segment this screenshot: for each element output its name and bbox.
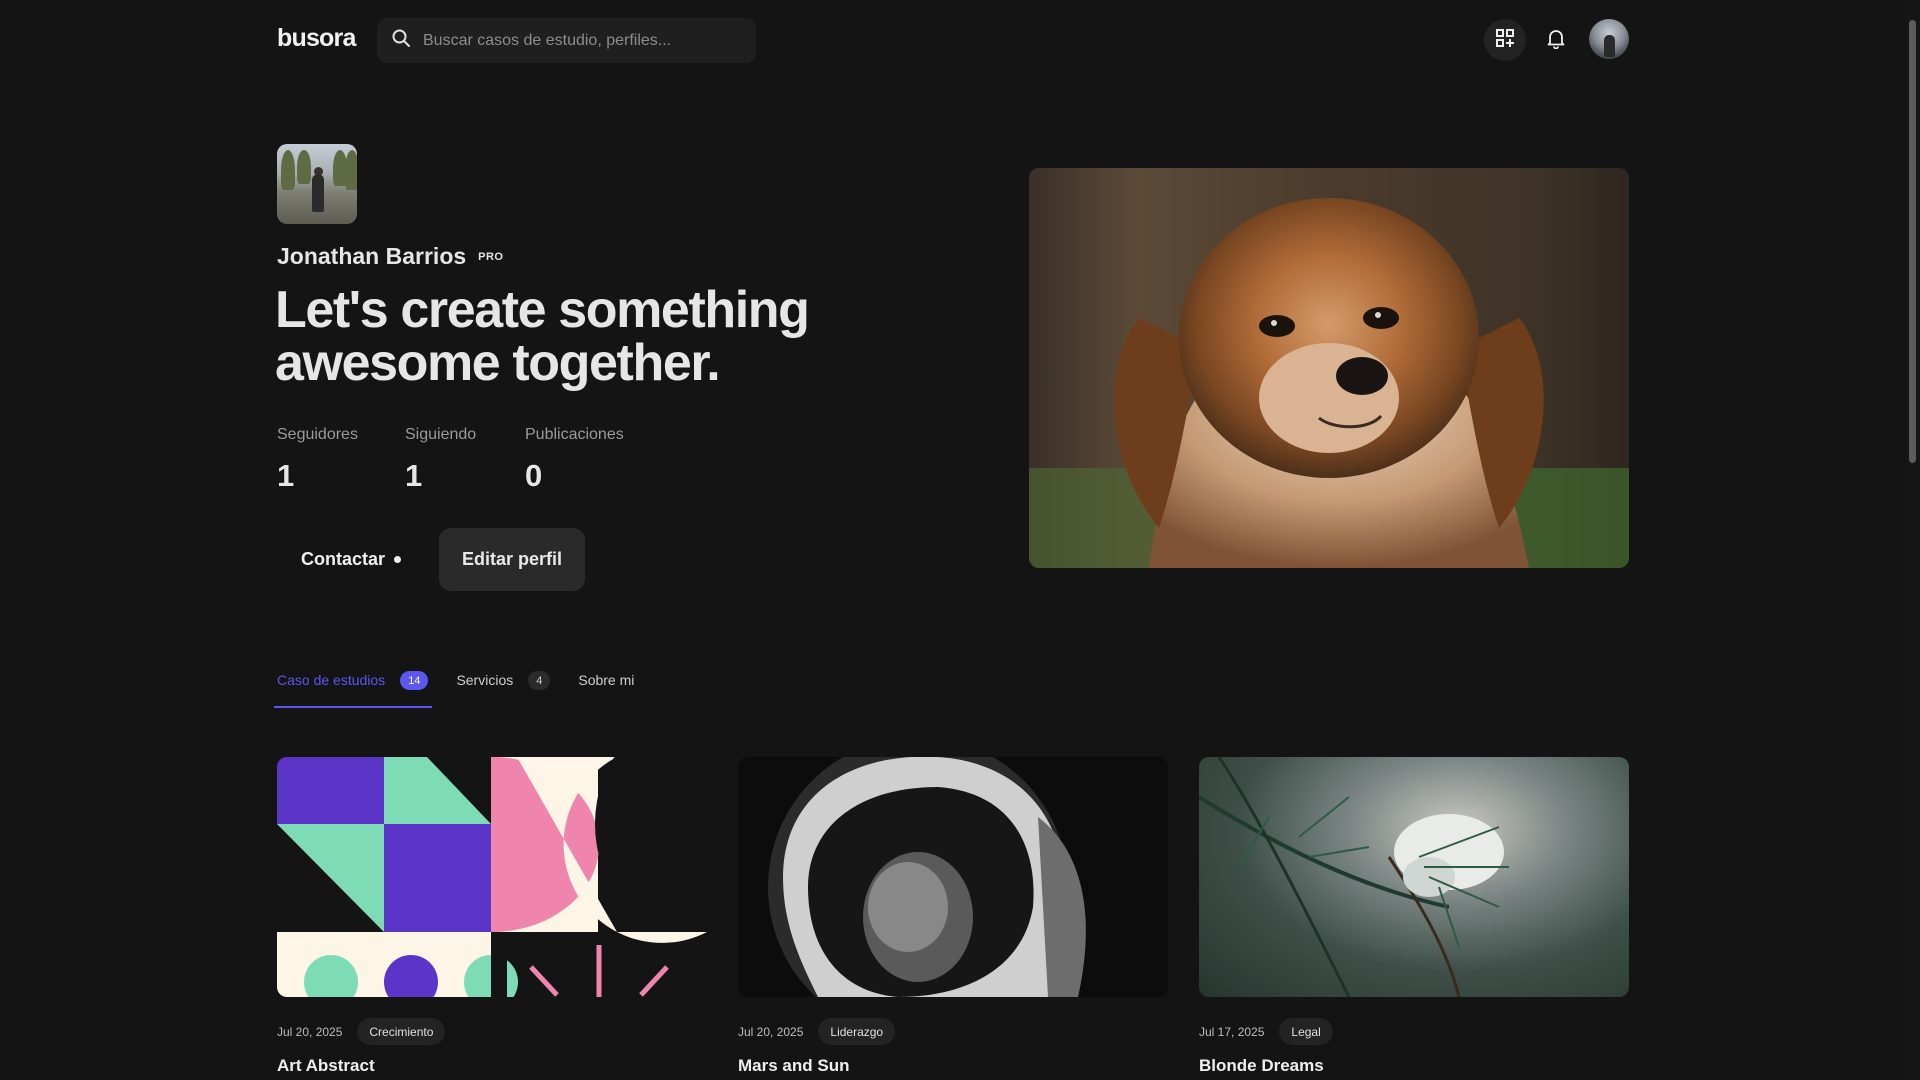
case-study-card[interactable]: Jul 17, 2025 Legal Blonde Dreams [1199, 757, 1629, 1076]
count-badge: 4 [528, 671, 551, 690]
tab-services[interactable]: Servicios 4 [456, 664, 551, 708]
profile-headline: Let's create something awesome together. [275, 281, 810, 392]
contact-button[interactable]: Contactar [277, 528, 425, 591]
contact-label: Contactar [301, 549, 386, 569]
stat-value: 1 [277, 458, 295, 493]
card-image-art-abstract[interactable] [277, 757, 707, 997]
scrollbar-thumb[interactable] [1909, 20, 1916, 463]
tab-label: Servicios [456, 672, 514, 688]
stat-following[interactable]: Siguiendo 1 [405, 426, 476, 494]
card-tag[interactable]: Liderazgo [818, 1018, 896, 1045]
card-image-mars-and-sun[interactable] [738, 757, 1168, 997]
stat-publications[interactable]: Publicaciones 0 [525, 426, 624, 494]
edit-profile-button[interactable]: Editar perfil [439, 528, 585, 591]
card-meta: Jul 20, 2025 Crecimiento [277, 1018, 707, 1045]
stat-label: Seguidores [277, 426, 358, 443]
busora-logo[interactable]: busora [277, 24, 356, 53]
card-title[interactable]: Blonde Dreams [1199, 1056, 1629, 1076]
profile-name: Jonathan Barrios [277, 243, 467, 269]
stat-value: 0 [525, 458, 543, 493]
profile-photo [277, 144, 357, 224]
pro-badge: PRO [478, 250, 504, 263]
stat-followers[interactable]: Seguidores 1 [277, 426, 358, 494]
cover-image [1029, 168, 1629, 568]
card-tag[interactable]: Legal [1279, 1018, 1333, 1045]
user-avatar[interactable] [1589, 19, 1629, 59]
profile-tabs: Caso de estudios 14 Servicios 4 Sobre mi [273, 664, 662, 708]
tab-about[interactable]: Sobre mi [578, 664, 634, 708]
card-meta: Jul 20, 2025 Liderazgo [738, 1018, 1168, 1045]
search-input[interactable] [423, 31, 743, 50]
card-image-blonde-dreams[interactable] [1199, 757, 1629, 997]
case-study-card[interactable]: Jul 20, 2025 Liderazgo Mars and Sun [738, 757, 1168, 1076]
tab-case-studies[interactable]: Caso de estudios 14 [273, 664, 433, 708]
notifications-button[interactable] [1535, 19, 1577, 61]
card-meta: Jul 17, 2025 Legal [1199, 1018, 1629, 1045]
case-study-card[interactable]: Jul 20, 2025 Crecimiento Art Abstract [277, 757, 707, 1076]
stat-value: 1 [405, 458, 423, 493]
status-dot-icon [394, 556, 402, 563]
card-date: Jul 17, 2025 [1199, 1024, 1265, 1039]
count-badge: 14 [400, 671, 429, 690]
page: busora Buscar casos de estudio, perfiles… [0, 0, 1905, 1080]
card-date: Jul 20, 2025 [738, 1024, 804, 1039]
bell-icon [1545, 27, 1567, 54]
search-bar[interactable] [377, 18, 756, 63]
card-title[interactable]: Mars and Sun [738, 1056, 1168, 1076]
profile-name-row: Jonathan Barrios PRO [277, 243, 504, 270]
card-date: Jul 20, 2025 [277, 1024, 343, 1039]
apps-add-icon [1495, 28, 1515, 53]
tab-label: Caso de estudios [277, 672, 386, 688]
stat-label: Publicaciones [525, 426, 624, 443]
search-icon [391, 28, 411, 53]
card-tag[interactable]: Crecimiento [357, 1018, 446, 1045]
stat-label: Siguiendo [405, 426, 477, 443]
page-scrollbar[interactable] [1905, 0, 1920, 1080]
apps-add-button[interactable] [1484, 19, 1526, 61]
card-title[interactable]: Art Abstract [277, 1056, 707, 1076]
tab-label: Sobre mi [578, 672, 635, 688]
